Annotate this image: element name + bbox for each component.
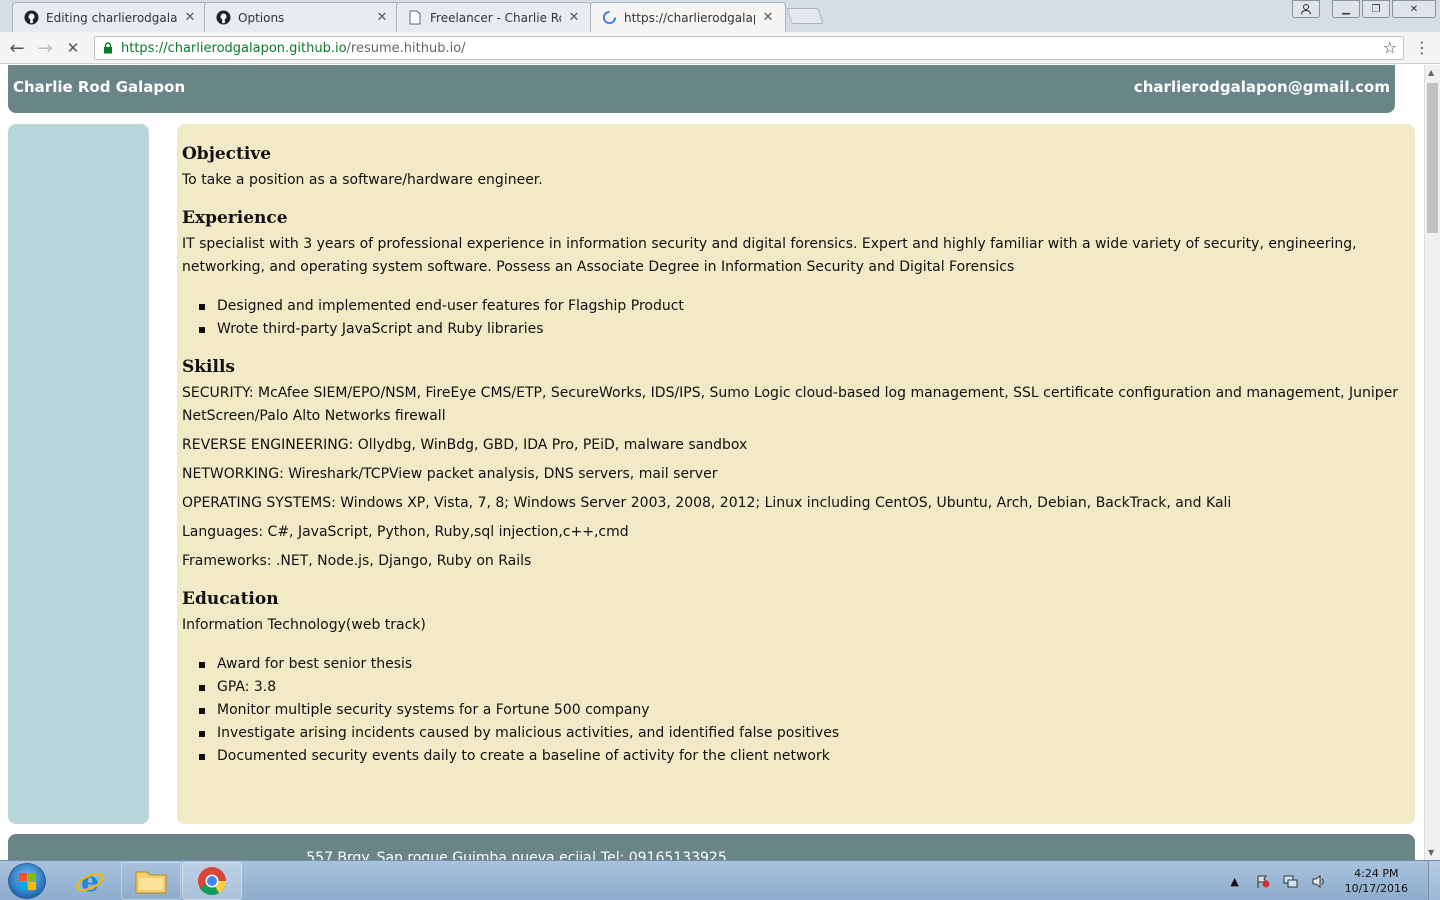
tab-editing[interactable]: Editing charlierodgalapon ✕	[12, 2, 208, 32]
clock-time: 4:24 PM	[1354, 867, 1399, 880]
objective-text: To take a position as a software/hardwar…	[182, 172, 543, 188]
header-email[interactable]: charlierodgalapon@gmail.com	[1134, 78, 1390, 96]
sidebar	[8, 124, 149, 824]
taskbar-clock[interactable]: 4:24 PM 10/17/2016	[1345, 866, 1408, 896]
internet-explorer-icon[interactable]: e	[60, 862, 120, 900]
window-controls: ▁ ❐ ✕	[1290, 0, 1440, 18]
chrome-icon[interactable]	[182, 862, 242, 900]
tab-resume-active[interactable]: https://charlierodgalapon ✕	[590, 2, 786, 32]
skills-section: Skills SECURITY: McAfee SIEM/EPO/NSM, Fi…	[182, 357, 1410, 573]
experience-list: Designed and implemented end-user featur…	[197, 295, 1410, 341]
github-icon	[23, 10, 39, 26]
restore-button[interactable]: ❐	[1362, 0, 1390, 18]
tab-label: Freelancer - Charlie Rod	[430, 10, 561, 25]
tab-label: Options	[238, 10, 285, 25]
vertical-scrollbar[interactable]: ▲ ▼	[1424, 65, 1440, 860]
clock-date: 10/17/2016	[1344, 882, 1408, 895]
network-icon[interactable]	[1283, 874, 1299, 888]
experience-heading: Experience	[182, 208, 288, 228]
experience-text: IT specialist with 3 years of profession…	[182, 236, 1357, 275]
list-item: Wrote third-party JavaScript and Ruby li…	[197, 318, 1410, 341]
tab-label: Editing charlierodgalapon	[46, 10, 177, 25]
education-list: Award for best senior thesis GPA: 3.8 Mo…	[197, 653, 1410, 768]
header-name: Charlie Rod Galapon	[13, 78, 186, 96]
list-item: GPA: 3.8	[197, 676, 1410, 699]
scrollbar-thumb[interactable]	[1427, 83, 1438, 233]
scroll-up-arrow-icon[interactable]: ▲	[1428, 68, 1434, 77]
show-desktop-button[interactable]	[1428, 861, 1440, 900]
url-host: https://charlierodgalapon.github.io	[121, 40, 347, 56]
svg-text:e: e	[81, 866, 99, 896]
education-section: Education Information Technology(web tra…	[182, 589, 1410, 768]
user-icon[interactable]	[1292, 0, 1320, 18]
menu-icon[interactable]: ⋮	[1414, 38, 1430, 57]
skill-line: NETWORKING: Wireshark/TCPView packet ana…	[182, 466, 718, 482]
objective-section: Objective To take a position as a softwa…	[182, 144, 1410, 192]
skill-line: Frameworks: .NET, Node.js, Django, Ruby …	[182, 553, 532, 569]
skill-line: REVERSE ENGINEERING: Ollydbg, WinBdg, GB…	[182, 437, 748, 453]
action-center-flag-icon[interactable]	[1255, 874, 1271, 888]
lock-icon	[103, 42, 113, 54]
close-icon[interactable]: ✕	[183, 10, 197, 25]
document-icon	[407, 10, 423, 26]
education-heading: Education	[182, 589, 279, 609]
system-tray: ▲ 4:24 PM 10/17/2016	[1221, 861, 1440, 900]
forward-arrow-icon[interactable]: →	[34, 37, 56, 59]
site-footer: 557 Brgy. San roque Guimba nueva ecija| …	[8, 834, 1415, 860]
site-header: Charlie Rod Galapon charlierodgalapon@gm…	[8, 65, 1395, 113]
skill-line: SECURITY: McAfee SIEM/EPO/NSM, FireEye C…	[182, 385, 1399, 424]
list-item: Documented security events daily to crea…	[197, 745, 1410, 768]
windows-start-button[interactable]	[8, 863, 46, 899]
objective-heading: Objective	[182, 144, 272, 164]
list-item: Monitor multiple security systems for a …	[197, 699, 1410, 722]
education-text: Information Technology(web track)	[182, 617, 426, 633]
taskbar: e ▲ 4:24 PM 10/17/2016	[0, 860, 1440, 900]
list-item: Designed and implemented end-user featur…	[197, 295, 1410, 318]
list-item: Investigate arising incidents caused by …	[197, 722, 1410, 745]
close-icon[interactable]: ✕	[567, 10, 581, 25]
file-explorer-icon[interactable]	[121, 862, 181, 900]
skill-line: OPERATING SYSTEMS: Windows XP, Vista, 7,…	[182, 495, 1232, 511]
bookmark-star-icon[interactable]: ☆	[1383, 38, 1397, 57]
page-viewport: Charlie Rod Galapon charlierodgalapon@gm…	[0, 65, 1424, 860]
skill-line: Languages: C#, JavaScript, Python, Ruby,…	[182, 524, 629, 540]
github-icon	[215, 10, 231, 26]
close-icon[interactable]: ✕	[761, 10, 775, 25]
minimize-button[interactable]: ▁	[1332, 0, 1360, 18]
new-tab-button[interactable]	[786, 8, 824, 24]
close-window-button[interactable]: ✕	[1392, 0, 1436, 18]
tab-options[interactable]: Options ✕	[204, 2, 400, 32]
experience-section: Experience IT specialist with 3 years of…	[182, 208, 1410, 341]
browser-toolbar: ← → ✕ https://charlierodgalapon.github.i…	[0, 32, 1440, 64]
tab-strip: Editing charlierodgalapon ✕ Options ✕ Fr…	[0, 0, 1440, 32]
url-path: /resume.hithub.io/	[346, 40, 466, 56]
tab-label: https://charlierodgalapon	[624, 10, 755, 25]
list-item: Award for best senior thesis	[197, 653, 1410, 676]
windows-logo-icon	[19, 873, 37, 891]
skills-heading: Skills	[182, 357, 236, 377]
show-hidden-icons-icon[interactable]: ▲	[1227, 874, 1243, 888]
loading-icon	[601, 10, 617, 26]
stop-loading-icon[interactable]: ✕	[62, 37, 84, 59]
footer-contact: 557 Brgy. San roque Guimba nueva ecija| …	[306, 850, 727, 860]
close-icon[interactable]: ✕	[375, 10, 389, 25]
resume-content: Objective To take a position as a softwa…	[177, 124, 1415, 824]
tab-freelancer[interactable]: Freelancer - Charlie Rod ✕	[396, 2, 592, 32]
volume-icon[interactable]	[1311, 874, 1327, 888]
back-arrow-icon[interactable]: ←	[6, 37, 28, 59]
scroll-down-arrow-icon[interactable]: ▼	[1428, 848, 1434, 857]
address-bar[interactable]: https://charlierodgalapon.github.io/resu…	[94, 36, 1404, 60]
